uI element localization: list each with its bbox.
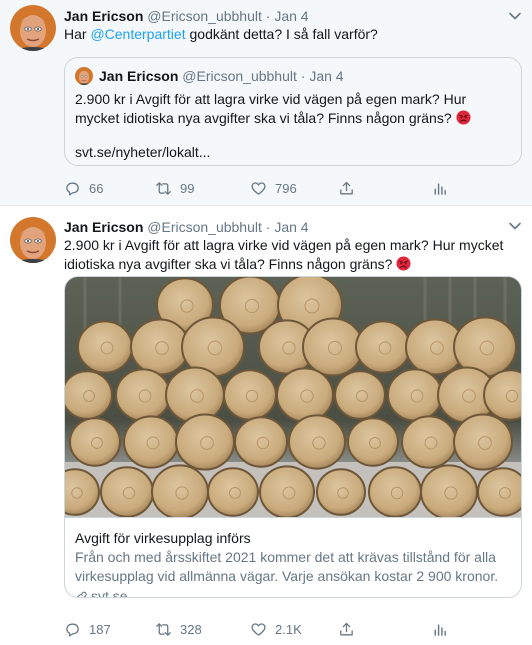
retweet-button[interactable]: 99 — [155, 178, 194, 198]
tweet-actions: 187 328 2.1K — [64, 619, 464, 639]
like-count: 796 — [275, 180, 297, 196]
quoted-tweet-date: Jan 4 — [309, 68, 344, 84]
like-button[interactable]: 2.1K — [250, 619, 302, 639]
dot-separator: · — [265, 219, 271, 235]
quoted-tweet-header: Jan Ericson @Ericson_ubbhult · Jan 4 — [99, 67, 344, 85]
analytics-icon — [431, 180, 448, 197]
heart-icon — [250, 180, 267, 197]
quoted-tweet[interactable]: Jan Ericson @Ericson_ubbhult · Jan 4 2.9… — [64, 57, 522, 166]
tweet-feed: Jan Ericson @Ericson_ubbhult · Jan 4 Har… — [0, 0, 532, 645]
avatar[interactable] — [10, 217, 56, 263]
dot-separator: · — [300, 68, 306, 84]
tweet[interactable]: Jan Ericson @Ericson_ubbhult · Jan 4 2.9… — [0, 206, 532, 645]
retweet-count: 328 — [180, 621, 202, 637]
author-handle[interactable]: @Ericson_ubbhult — [147, 8, 262, 24]
link-card-title: Avgift för virkesupplag införs — [75, 530, 251, 546]
reply-icon — [64, 621, 81, 638]
angry-face-emoji-icon — [396, 256, 411, 271]
tweet-header: Jan Ericson @Ericson_ubbhult · Jan 4 — [64, 218, 502, 236]
quoted-author-handle: @Ericson_ubbhult — [182, 68, 297, 84]
author-handle[interactable]: @Ericson_ubbhult — [147, 219, 262, 235]
link-card-domain-text: svt.se — [91, 588, 128, 598]
reply-icon — [64, 180, 81, 197]
tweet-text: 2.900 kr i Avgift för att lagra virke vi… — [64, 236, 518, 274]
dot-separator: · — [265, 8, 271, 24]
tweet-actions: 66 99 796 — [64, 178, 464, 198]
reply-button[interactable]: 187 — [64, 619, 111, 639]
chevron-down-icon[interactable] — [508, 9, 522, 23]
chevron-down-icon[interactable] — [508, 219, 522, 233]
link-card-description: Från och med årsskiftet 2021 kommer det … — [75, 549, 499, 584]
quoted-tweet-link[interactable]: svt.se/nyheter/lokalt... — [75, 143, 210, 161]
tweet-date[interactable]: Jan 4 — [274, 219, 308, 235]
reply-button[interactable]: 66 — [64, 178, 103, 198]
reply-count: 187 — [89, 621, 111, 637]
quoted-author-name: Jan Ericson — [99, 68, 179, 84]
quoted-tweet-text: 2.900 kr i Avgift för att lagra virke vi… — [75, 90, 511, 128]
heart-icon — [250, 621, 267, 638]
share-button[interactable] — [338, 178, 355, 198]
avatar[interactable] — [10, 5, 56, 51]
analytics-button[interactable] — [431, 178, 448, 198]
quoted-text-body: 2.900 kr i Avgift för att lagra virke vi… — [75, 91, 467, 126]
quoted-avatar — [75, 67, 93, 85]
angry-face-emoji-icon — [456, 110, 471, 125]
log-pile-image — [65, 277, 521, 517]
retweet-icon — [155, 180, 172, 197]
link-card[interactable]: Avgift för virkesupplag införs Från och … — [64, 276, 522, 598]
link-card-body: Avgift för virkesupplag införs Från och … — [65, 517, 521, 599]
retweet-icon — [155, 621, 172, 638]
reply-count: 66 — [89, 180, 104, 196]
retweet-count: 99 — [180, 180, 195, 196]
tweet-header: Jan Ericson @Ericson_ubbhult · Jan 4 — [64, 7, 502, 25]
tweet-text-before: Har — [64, 26, 91, 42]
like-button[interactable]: 796 — [250, 178, 297, 198]
tweet[interactable]: Jan Ericson @Ericson_ubbhult · Jan 4 Har… — [0, 0, 532, 206]
link-card-domain: svt.se — [75, 587, 128, 599]
like-count: 2.1K — [275, 621, 302, 637]
tweet-text-after: godkänt detta? I så fall varför? — [185, 26, 378, 42]
author-name[interactable]: Jan Ericson — [64, 8, 143, 24]
author-name[interactable]: Jan Ericson — [64, 219, 143, 235]
analytics-button[interactable] — [431, 619, 448, 639]
mention-link[interactable]: @Centerpartiet — [90, 26, 185, 42]
share-icon — [338, 621, 355, 638]
retweet-button[interactable]: 328 — [155, 619, 202, 639]
tweet-text-body: 2.900 kr i Avgift för att lagra virke vi… — [64, 237, 504, 272]
share-icon — [338, 180, 355, 197]
link-icon — [75, 590, 88, 599]
tweet-date[interactable]: Jan 4 — [274, 8, 308, 24]
tweet-text: Har @Centerpartiet godkänt detta? I så f… — [64, 25, 518, 44]
share-button[interactable] — [338, 619, 355, 639]
analytics-icon — [431, 621, 448, 638]
